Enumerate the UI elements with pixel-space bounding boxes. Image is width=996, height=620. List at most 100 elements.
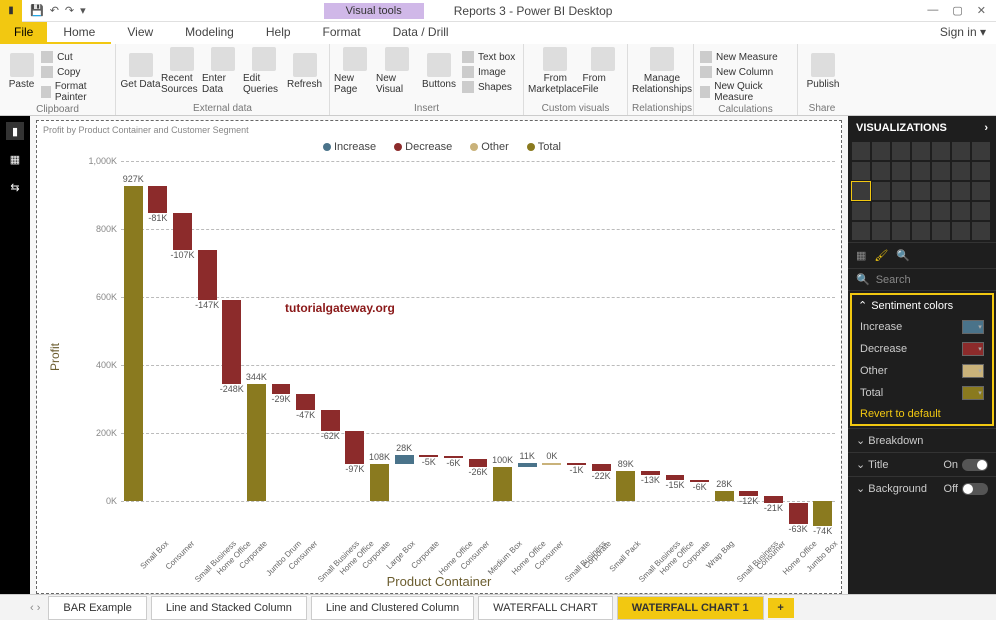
viz-type-button[interactable]	[892, 142, 910, 160]
waterfall-bar[interactable]: -63K	[789, 503, 808, 524]
waterfall-bar[interactable]: -29K	[272, 384, 291, 394]
waterfall-bar[interactable]: 100K	[493, 467, 512, 501]
breakdown-section[interactable]: ⌄ Breakdown	[848, 428, 996, 452]
waterfall-bar[interactable]: -107K	[173, 213, 192, 249]
viz-type-button[interactable]	[912, 142, 930, 160]
format-tab-icon[interactable]: 🖌	[874, 249, 888, 262]
waterfall-bar[interactable]: -12K	[739, 491, 758, 495]
viz-type-button[interactable]	[952, 162, 970, 180]
waterfall-bar[interactable]: -6K	[690, 480, 709, 482]
save-icon[interactable]: 💾	[30, 4, 44, 17]
data-view-icon[interactable]: ▦	[6, 150, 24, 168]
new-column-button[interactable]: New Column	[698, 65, 793, 79]
viz-type-button[interactable]	[892, 162, 910, 180]
color-picker[interactable]	[962, 320, 984, 334]
model-view-icon[interactable]: ⇆	[6, 178, 24, 196]
viz-type-button[interactable]	[892, 202, 910, 220]
waterfall-bar[interactable]: -147K	[198, 250, 217, 300]
viz-type-button[interactable]	[972, 142, 990, 160]
waterfall-bar[interactable]: 344K	[247, 384, 266, 501]
viz-type-button[interactable]	[892, 222, 910, 240]
tab-modeling[interactable]: Modeling	[169, 22, 250, 44]
waterfall-bar[interactable]: -26K	[469, 459, 488, 468]
viz-type-button[interactable]	[972, 182, 990, 200]
viz-type-button[interactable]	[872, 182, 890, 200]
legend-item[interactable]: Total	[521, 141, 561, 153]
tab-home[interactable]: Home	[47, 22, 111, 44]
new-measure-button[interactable]: New Measure	[698, 50, 793, 64]
waterfall-bar[interactable]: -62K	[321, 410, 340, 431]
redo-icon[interactable]: ↷	[65, 4, 74, 17]
page-tab[interactable]: Line and Clustered Column	[311, 596, 474, 620]
image-button[interactable]: Image	[460, 65, 517, 79]
viz-type-button[interactable]	[932, 182, 950, 200]
waterfall-bar[interactable]: 927K	[124, 186, 143, 501]
viz-type-button[interactable]	[852, 162, 870, 180]
viz-type-button[interactable]	[872, 222, 890, 240]
section-header[interactable]: ⌃ Sentiment colors	[852, 295, 992, 316]
waterfall-bar[interactable]: 89K	[616, 471, 635, 501]
waterfall-bar[interactable]: -47K	[296, 394, 315, 410]
buttons-button[interactable]: Buttons	[418, 46, 460, 96]
sign-in-link[interactable]: Sign in ▾	[930, 22, 996, 44]
legend-item[interactable]: Increase	[317, 141, 376, 153]
waterfall-bar[interactable]: -1K	[567, 463, 586, 465]
enter-data-button[interactable]: Enter Data	[202, 46, 243, 96]
waterfall-bar[interactable]: -248K	[222, 300, 241, 384]
viz-type-button[interactable]	[932, 142, 950, 160]
viz-type-button[interactable]	[872, 202, 890, 220]
waterfall-bar[interactable]: 0K	[542, 463, 561, 465]
background-toggle[interactable]	[962, 483, 988, 495]
viz-type-button[interactable]	[972, 202, 990, 220]
waterfall-bar[interactable]: -97K	[345, 431, 364, 464]
page-tab[interactable]: Line and Stacked Column	[151, 596, 307, 620]
waterfall-bar[interactable]: -13K	[641, 471, 660, 475]
waterfall-chart-visual[interactable]: Profit by Product Container and Customer…	[36, 120, 842, 594]
edit-queries-button[interactable]: Edit Queries	[243, 46, 284, 96]
viz-type-button[interactable]	[972, 222, 990, 240]
shapes-button[interactable]: Shapes	[460, 80, 517, 94]
page-tab[interactable]: WATERFALL CHART 1	[617, 596, 764, 620]
refresh-button[interactable]: Refresh	[284, 46, 325, 96]
viz-type-button[interactable]	[952, 182, 970, 200]
waterfall-bar[interactable]: -81K	[148, 186, 167, 214]
fields-tab-icon[interactable]: ▦	[856, 249, 866, 262]
report-view-icon[interactable]: ▮	[6, 122, 24, 140]
viz-type-button[interactable]	[892, 182, 910, 200]
viz-type-button[interactable]	[932, 162, 950, 180]
legend-item[interactable]: Decrease	[388, 141, 452, 153]
report-canvas[interactable]: Profit by Product Container and Customer…	[30, 116, 848, 594]
publish-button[interactable]: Publish	[802, 46, 844, 96]
from-marketplace-button[interactable]: From Marketplace	[528, 46, 582, 96]
get-data-button[interactable]: Get Data	[120, 46, 161, 96]
viz-type-button[interactable]	[912, 182, 930, 200]
viz-type-button[interactable]	[932, 202, 950, 220]
copy-button[interactable]: Copy	[39, 65, 111, 79]
tab-view[interactable]: View	[111, 22, 169, 44]
legend-item[interactable]: Other	[464, 141, 509, 153]
undo-icon[interactable]: ↶	[50, 4, 59, 17]
add-page-button[interactable]: +	[768, 598, 794, 618]
viz-type-button[interactable]	[872, 162, 890, 180]
maximize-icon[interactable]: ▢	[952, 4, 962, 17]
new-page-button[interactable]: New Page	[334, 46, 376, 96]
page-tab[interactable]: BAR Example	[48, 596, 146, 620]
viz-type-button[interactable]	[932, 222, 950, 240]
title-toggle[interactable]	[962, 459, 988, 471]
search-box[interactable]: 🔍 Search	[848, 269, 996, 291]
waterfall-bar[interactable]: 28K	[395, 455, 414, 465]
revert-to-default-link[interactable]: Revert to default	[852, 404, 992, 424]
color-picker[interactable]	[962, 386, 984, 400]
waterfall-bar[interactable]: -74K	[813, 501, 832, 526]
waterfall-bar[interactable]: -5K	[419, 455, 438, 457]
chevron-right-icon[interactable]: ›	[984, 122, 988, 134]
viz-type-button[interactable]	[872, 142, 890, 160]
title-section[interactable]: ⌄ Title On	[848, 452, 996, 476]
tab-nav-arrows[interactable]: ‹ ›	[30, 602, 40, 614]
tab-format[interactable]: Format	[307, 22, 377, 44]
viz-type-button[interactable]	[852, 142, 870, 160]
new-visual-button[interactable]: New Visual	[376, 46, 418, 96]
waterfall-bar[interactable]: 28K	[715, 491, 734, 501]
format-painter-button[interactable]: Format Painter	[39, 80, 111, 104]
viz-type-button[interactable]	[852, 182, 870, 200]
